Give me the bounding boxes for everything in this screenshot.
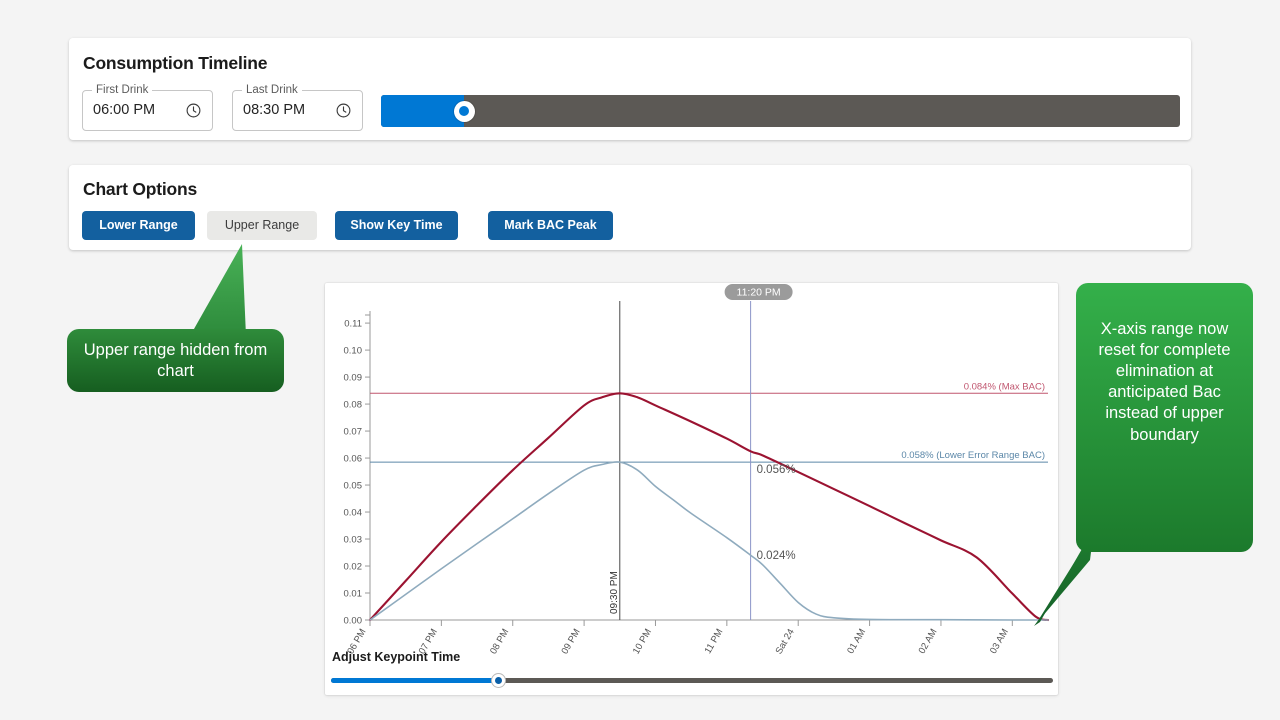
last-drink-label: Last Drink: [242, 83, 302, 97]
chart-options-title: Chart Options: [83, 179, 198, 199]
svg-text:0.01: 0.01: [344, 589, 363, 600]
svg-text:0.03: 0.03: [344, 535, 363, 546]
first-drink-label: First Drink: [92, 83, 153, 97]
consumption-timeline-card: Consumption Timeline First Drink 06:00 P…: [69, 38, 1191, 140]
callout-left-text: Upper range hidden from chart: [83, 341, 268, 381]
first-drink-field[interactable]: First Drink 06:00 PM: [82, 83, 213, 131]
svg-text:0.10: 0.10: [344, 346, 363, 357]
svg-text:0.06: 0.06: [344, 454, 363, 465]
svg-text:0.11: 0.11: [344, 319, 362, 330]
svg-text:01 AM: 01 AM: [845, 627, 868, 656]
svg-text:03 AM: 03 AM: [988, 627, 1011, 656]
svg-text:11:20 PM: 11:20 PM: [737, 287, 781, 299]
clock-icon[interactable]: [335, 102, 352, 119]
slider-fill: [381, 95, 465, 127]
svg-text:0.07: 0.07: [344, 427, 363, 438]
bac-chart-card: 0.00 0.01 0.02 0.03 0.04 0.05 0.06 0.07 0.08 0.09…: [325, 283, 1058, 695]
svg-text:0.09: 0.09: [344, 373, 363, 384]
svg-text:09 PM: 09 PM: [559, 627, 582, 656]
consumption-range-slider[interactable]: [381, 95, 1180, 127]
adjust-keypoint-time-slider[interactable]: [331, 674, 1053, 687]
svg-text:0.04: 0.04: [344, 508, 363, 519]
callout-right-text: X-axis range now reset for complete elim…: [1098, 320, 1231, 444]
svg-text:11 PM: 11 PM: [703, 627, 726, 656]
svg-text:0.00: 0.00: [344, 616, 363, 627]
svg-text:0.056%: 0.056%: [757, 464, 796, 476]
svg-text:10 PM: 10 PM: [631, 627, 654, 656]
adjust-keypoint-time-label: Adjust Keypoint Time: [332, 650, 461, 664]
bac-line-chart: 0.00 0.01 0.02 0.03 0.04 0.05 0.06 0.07 0.08 0.09…: [344, 284, 1050, 656]
svg-text:0.084% (Max BAC): 0.084% (Max BAC): [964, 381, 1045, 392]
svg-text:09:30 PM: 09:30 PM: [609, 571, 620, 614]
svg-text:0.08: 0.08: [344, 400, 363, 411]
first-drink-value: 06:00 PM: [93, 102, 156, 118]
chart-options-card: Chart Options Lower Range Upper Range Sh…: [69, 165, 1191, 250]
last-drink-field[interactable]: Last Drink 08:30 PM: [232, 83, 363, 131]
lower-range-button[interactable]: Lower Range: [82, 211, 195, 240]
callout-upper-range-hidden: Upper range hidden from chart: [67, 329, 284, 392]
show-key-time-button[interactable]: Show Key Time: [335, 211, 458, 240]
page-title: Consumption Timeline: [83, 53, 268, 73]
slider-thumb[interactable]: [453, 100, 475, 122]
upper-range-button[interactable]: Upper Range: [207, 211, 317, 240]
svg-text:0.024%: 0.024%: [757, 550, 796, 562]
svg-text:Sat 24: Sat 24: [774, 627, 797, 656]
callout-x-axis-range-reset: X-axis range now reset for complete elim…: [1076, 283, 1253, 552]
svg-text:0.02: 0.02: [344, 562, 363, 573]
svg-text:02 AM: 02 AM: [917, 627, 940, 656]
keypoint-slider-thumb[interactable]: [492, 674, 505, 687]
svg-text:0.058% (Lower Error Range BAC): 0.058% (Lower Error Range BAC): [901, 450, 1045, 461]
svg-text:08 PM: 08 PM: [488, 627, 511, 656]
keypoint-slider-fill: [331, 678, 499, 683]
last-drink-value: 08:30 PM: [243, 102, 306, 118]
clock-icon[interactable]: [185, 102, 202, 119]
svg-text:0.05: 0.05: [344, 481, 363, 492]
mark-bac-peak-button[interactable]: Mark BAC Peak: [488, 211, 613, 240]
